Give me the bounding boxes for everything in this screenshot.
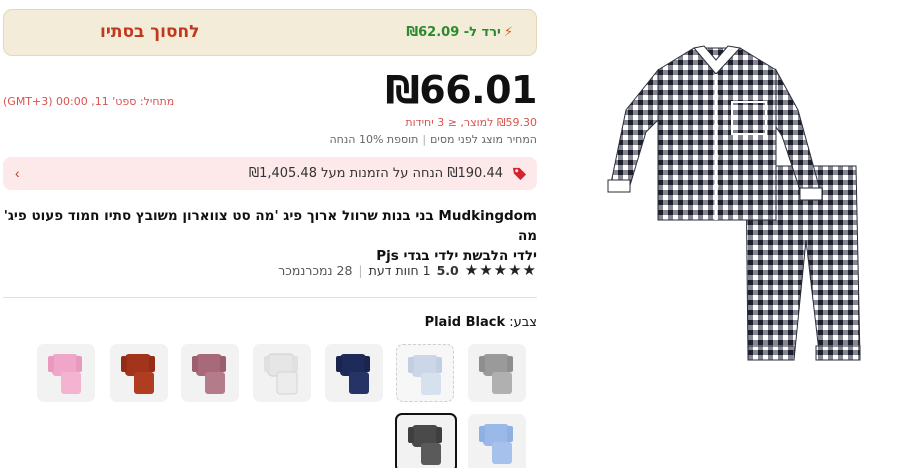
promo-banner[interactable]: לחסוך בסתיו ⚡ירד ל- ₪62.09 — [3, 9, 537, 56]
pajama-thumbnail-icon — [192, 354, 226, 394]
tag-icon — [512, 167, 527, 181]
extra-discount: תוספת 10% הנחה — [329, 133, 419, 146]
tax-note: המחיר מוצג לפני מסים|תוספת 10% הנחה — [330, 133, 538, 146]
swatch-light-blue[interactable] — [468, 414, 526, 468]
color-label-text: צבע: — [509, 315, 537, 330]
separator: | — [358, 262, 363, 278]
banner-deal: ⚡ירד ל- ₪62.09 — [406, 25, 513, 40]
banner-cta[interactable]: לחסוך בסתיו — [100, 22, 199, 42]
promo-start-time: מתחיל: ספט' 11, 00:00 (GMT+3) — [3, 95, 175, 108]
main-price: ₪66.01 — [385, 68, 537, 112]
star-rating-icons: ★★★★★ — [464, 261, 537, 279]
rating-score: 5.0 — [436, 262, 459, 278]
product-title-line1: Mudkingdom בני בנות שרוול ארוך פיג 'מה ס… — [3, 208, 537, 244]
swatch-plaid-black-selected[interactable] — [395, 413, 457, 468]
swatch-mauve-plaid[interactable] — [181, 344, 239, 402]
unit-price: ₪59.30 למוצר, ≤ 3 יחידות — [405, 116, 537, 129]
pajama-thumbnail-icon — [121, 354, 155, 394]
product-image[interactable] — [598, 40, 866, 370]
tax-note-text: המחיר מוצג לפני מסים — [430, 133, 537, 146]
product-details-panel: לחסוך בסתיו ⚡ירד ל- ₪62.09 ₪66.01 מתחיל:… — [3, 0, 537, 468]
section-divider — [3, 297, 537, 298]
chevron-left-icon[interactable]: ‹ — [15, 165, 20, 181]
pajama-thumbnail-icon — [48, 354, 82, 394]
color-label: צבע: Plaid Black — [425, 315, 537, 330]
pajama-thumbnail-icon — [479, 354, 513, 394]
pajama-thumbnail-icon — [336, 354, 370, 394]
pajama-thumbnail-icon — [408, 425, 442, 465]
rating-row[interactable]: ★★★★★ 5.0 1 חוות דעת | 28 נמכרנמכר — [278, 261, 537, 279]
pajama-thumbnail-icon — [264, 353, 298, 395]
sold-count: 28 נמכרנמכר — [278, 262, 353, 278]
swatch-white[interactable] — [253, 344, 311, 402]
pajama-thumbnail-icon — [408, 355, 442, 395]
swatch-rust[interactable] — [110, 344, 168, 402]
discount-row[interactable]: ₪190.44 הנחה על הזמנות מעל ₪1,405.48 ‹ — [3, 157, 537, 190]
discount-text: ₪190.44 הנחה על הזמנות מעל ₪1,405.48 — [248, 166, 503, 181]
lightning-icon: ⚡ — [503, 25, 513, 40]
swatch-gray-plaid[interactable] — [468, 344, 526, 402]
swatch-light-blue-plaid[interactable] — [396, 344, 454, 402]
review-count[interactable]: 1 חוות דעת — [369, 263, 431, 278]
product-title: Mudkingdom בני בנות שרוול ארוך פיג 'מה ס… — [3, 206, 537, 266]
swatch-navy[interactable] — [325, 344, 383, 402]
banner-deal-text: ירד ל- ₪62.09 — [406, 25, 501, 40]
color-value: Plaid Black — [424, 315, 506, 330]
pajama-thumbnail-icon — [479, 424, 513, 464]
divider-bar: | — [422, 133, 427, 146]
swatch-pink[interactable] — [37, 344, 95, 402]
